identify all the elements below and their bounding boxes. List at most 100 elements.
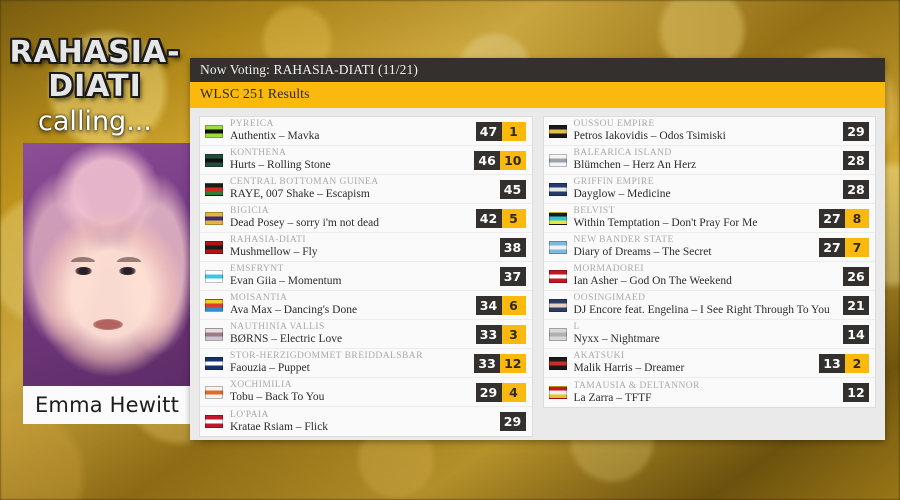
song-entry: Dead Posey – sorry i'm not dead: [230, 217, 379, 229]
score-group: 26: [843, 266, 869, 286]
table-row[interactable]: NEW BANDER STATE Diary of Dreams – The Se…: [543, 233, 875, 262]
flag-icon: [205, 415, 223, 428]
points-badge: 27: [819, 208, 845, 228]
table-row[interactable]: ÖÖSINGIMÄED DJ Encore feat. Engelina – I …: [543, 291, 875, 320]
table-row[interactable]: BIGICIA Dead Posey – sorry i'm not dead 42…: [200, 204, 532, 233]
country-name: RAHASIA-DIATI: [230, 235, 307, 245]
song-entry: Malik Harris – Dreamer: [573, 362, 685, 374]
country-logo: RAHASIA- DIATI calling...: [0, 36, 190, 138]
points-badge: 28: [843, 150, 869, 170]
flag-icon: [205, 385, 223, 399]
table-row[interactable]: MOISANTIA Ava Max – Dancing's Done 34 6: [200, 291, 532, 320]
score-group: 14: [843, 324, 869, 344]
results-title-bar: WLSC 251 Results: [190, 82, 885, 108]
song-entry: La Zarra – TFTF: [573, 391, 652, 404]
song-entry: Diary of Dreams – The Secret: [573, 246, 712, 258]
flag-icon: [205, 298, 223, 312]
table-row[interactable]: TAMAUSIA & DELTANNOR La Zarra – TFTF 12: [544, 378, 876, 407]
table-row[interactable]: BALEARICA ISLAND Blümchen – Herz An Herz 2…: [543, 146, 875, 175]
row-texts: BIGICIA Dead Posey – sorry i'm not dead: [230, 206, 470, 230]
row-texts: CENTRAL BOTTOMAN GUINEA RAYE, 007 Shake –…: [230, 177, 494, 201]
flag-icon: [205, 240, 223, 254]
table-row[interactable]: GRIFFIN EMPIRE Dayglow – Medicine 28: [543, 175, 875, 204]
table-row[interactable]: MORMADOREI Ian Asher – God On The Weekend…: [543, 262, 875, 291]
row-texts: XOCHIMILIA Tobu – Back To You: [230, 380, 470, 404]
bonus-badge: 4: [501, 382, 526, 402]
country-name: LO'PAIA: [230, 409, 269, 420]
row-texts: KONTHENA Hurts – Rolling Stone: [230, 148, 468, 172]
flag-icon: [205, 269, 223, 283]
score-group: 47 1: [475, 121, 526, 141]
score-group: 29: [499, 412, 526, 431]
row-texts: MOISANTIA Ava Max – Dancing's Done: [230, 293, 470, 317]
points-badge: 42: [475, 208, 502, 228]
score-group: 38: [499, 237, 526, 257]
country-name: CENTRAL BOTTOMAN GUINEA: [230, 177, 379, 187]
song-entry: DJ Encore feat. Engelina – I See Right T…: [573, 304, 830, 316]
flag-icon: [205, 124, 223, 138]
song-entry: Mushmellow – Fly: [230, 246, 318, 258]
score-group: 13 2: [819, 353, 869, 373]
points-badge: 37: [499, 266, 526, 286]
score-group: 29 4: [475, 382, 526, 402]
table-row[interactable]: L Nyxx – Nightmare 14: [543, 320, 875, 349]
song-entry: Petros Iakovidis – Odos Tsimiski: [573, 130, 726, 142]
table-row[interactable]: NAUTHINIA VALLIS BØRNS – Electric Love 33 3: [200, 320, 532, 349]
row-texts: TAMAUSIA & DELTANNOR La Zarra – TFTF: [574, 381, 838, 405]
points-badge: 34: [475, 295, 502, 315]
bonus-badge: 3: [501, 324, 526, 344]
row-texts: RAHASIA-DIATI Mushmellow – Fly: [230, 235, 494, 259]
table-row[interactable]: PYREICA Authentix – Mavka 47 1: [200, 117, 532, 146]
table-row[interactable]: EMSFRYNT Evan Giia – Momentum 37: [200, 262, 532, 291]
table-row[interactable]: BELVIST Within Temptation – Don't Pray Fo…: [543, 204, 875, 233]
bonus-badge: 1: [501, 121, 526, 141]
country-name: L: [573, 322, 580, 332]
row-texts: LO'PAIA Kratae Rsiam – Flick: [230, 410, 494, 434]
row-texts: ÖÖSINGIMÄED DJ Encore feat. Engelina – I …: [574, 293, 838, 317]
country-name: BELVIST: [573, 206, 615, 216]
points-badge: 21: [843, 295, 869, 315]
flag-icon: [548, 211, 567, 225]
score-group: 29: [843, 121, 869, 141]
table-row[interactable]: XOCHIMILIA Tobu – Back To You 29 4: [200, 378, 532, 407]
logo-tagline: calling...: [38, 106, 152, 137]
country-name: MOISANTIA: [230, 293, 288, 303]
points-badge: 29: [475, 382, 502, 402]
row-texts: BELVIST Within Temptation – Don't Pray Fo…: [574, 206, 814, 230]
score-group: 12: [843, 383, 869, 402]
song-entry: Evan Giia – Momentum: [230, 275, 342, 287]
song-entry: Hurts – Rolling Stone: [230, 159, 331, 171]
table-row[interactable]: RAHASIA-DIATI Mushmellow – Fly 38: [200, 233, 532, 262]
flag-icon: [548, 269, 567, 283]
score-group: 33 3: [475, 324, 526, 344]
table-row[interactable]: OUSSOU EMPIRE Petros Iakovidis – Odos Tsi…: [543, 117, 875, 146]
points-badge: 14: [843, 324, 869, 344]
flag-icon: [205, 182, 223, 196]
points-badge: 45: [499, 179, 526, 199]
flag-icon: [205, 153, 223, 167]
bonus-badge: 5: [501, 208, 526, 228]
row-texts: MORMADOREI Ian Asher – God On The Weekend: [574, 264, 838, 288]
table-row[interactable]: LO'PAIA Kratae Rsiam – Flick 29: [200, 407, 532, 436]
results-column-left: PYREICA Authentix – Mavka 47 1 KONTHENA Hurts…: [199, 116, 533, 437]
bonus-badge: 8: [845, 208, 869, 228]
song-entry: BØRNS – Electric Love: [230, 333, 343, 345]
song-entry: Faouzia – Puppet: [230, 362, 310, 374]
score-group: 33 12: [474, 353, 526, 373]
country-name: NAUTHINIA VALLIS: [230, 322, 325, 332]
eyebrow-left: [71, 257, 95, 262]
score-group: 27 8: [819, 208, 869, 228]
flag-icon: [205, 327, 223, 341]
artist-name-label: Emma Hewitt: [34, 393, 180, 417]
table-row[interactable]: STOR-HERZIGDÖMMET BREIDDALSBAR Faouzia – …: [200, 349, 532, 378]
flag-icon: [548, 124, 567, 138]
flag-icon: [548, 153, 567, 167]
eyebrow-right: [117, 257, 141, 262]
row-texts: OUSSOU EMPIRE Petros Iakovidis – Odos Tsi…: [574, 119, 838, 143]
country-name: XOCHIMILIA: [230, 380, 293, 390]
table-row[interactable]: CENTRAL BOTTOMAN GUINEA RAYE, 007 Shake –…: [200, 175, 532, 204]
song-entry: Ian Asher – God On The Weekend: [573, 275, 732, 287]
logo-line-2: DIATI: [0, 70, 190, 104]
table-row[interactable]: AKATSUKI Malik Harris – Dreamer 13 2: [543, 349, 875, 378]
table-row[interactable]: KONTHENA Hurts – Rolling Stone 46 10: [200, 146, 532, 175]
